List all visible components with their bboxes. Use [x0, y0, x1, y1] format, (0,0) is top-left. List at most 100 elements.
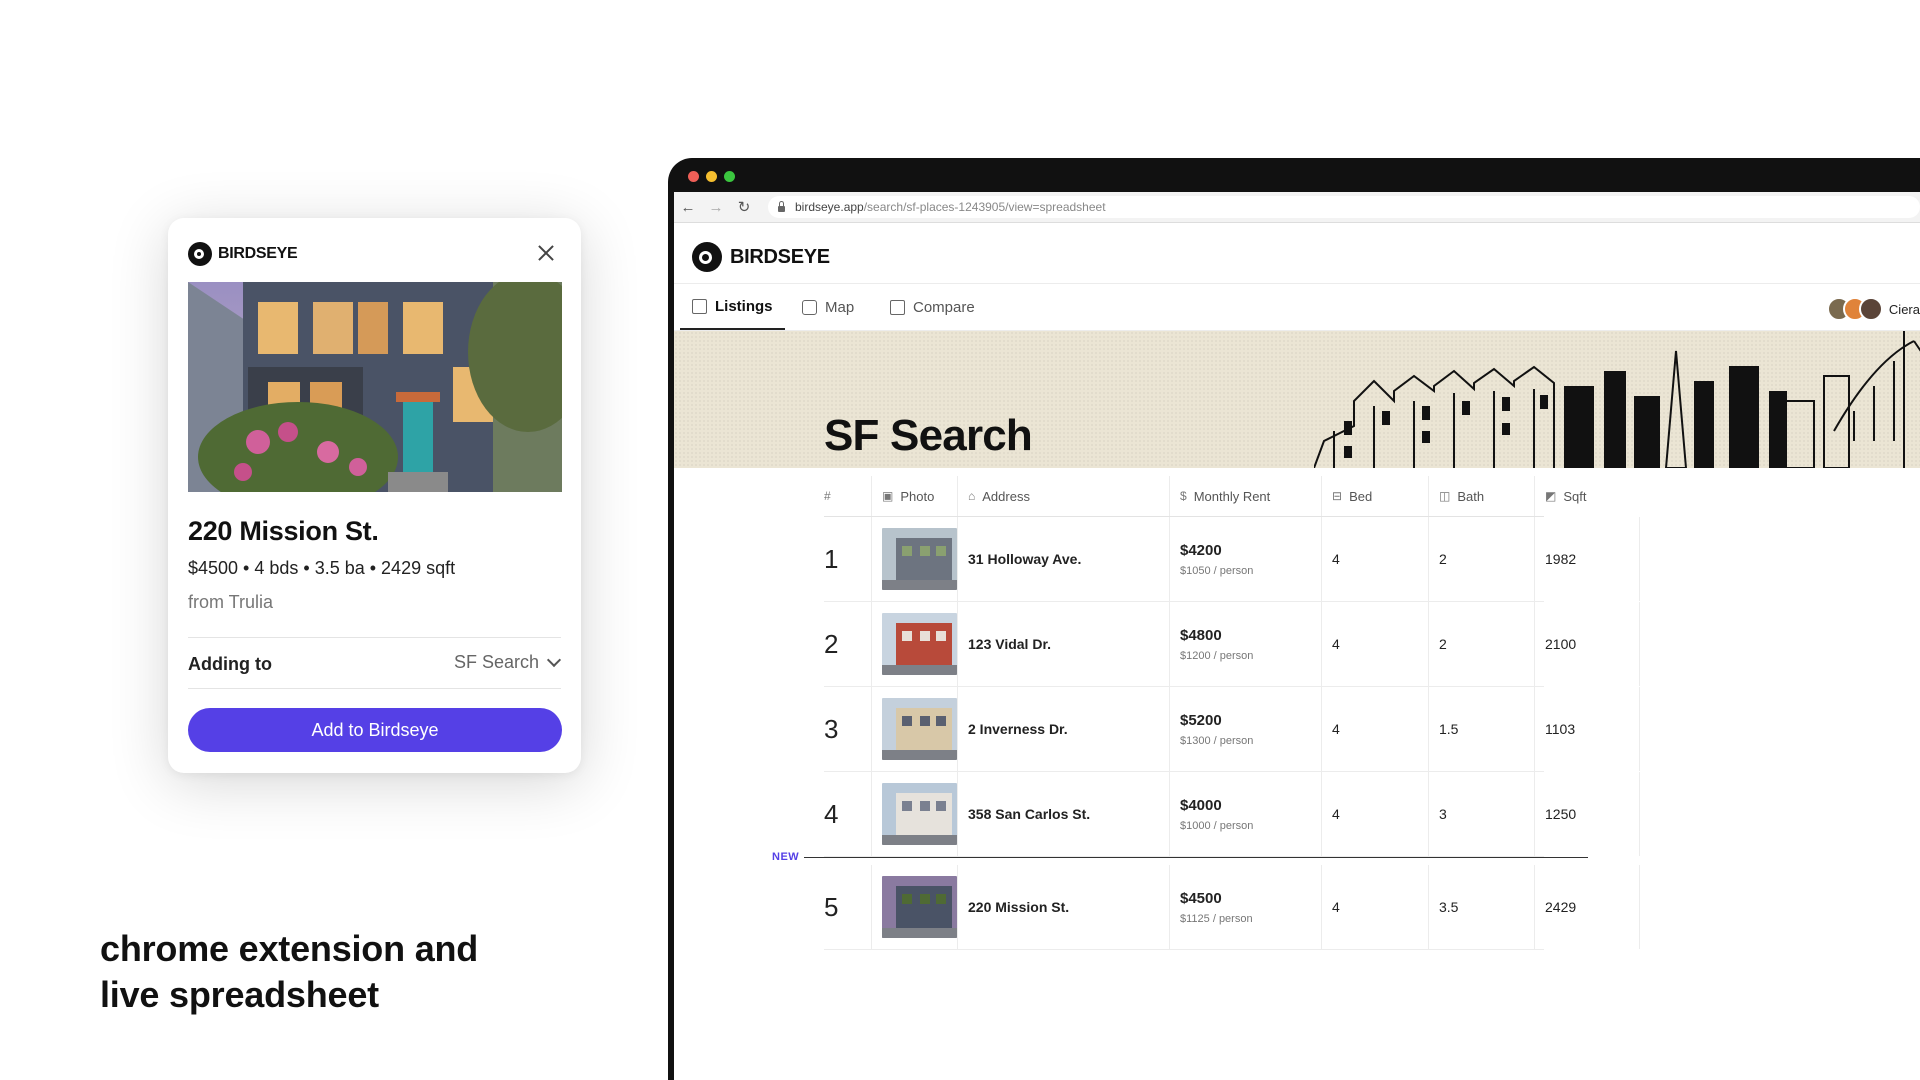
rent-total: $4000	[1180, 796, 1222, 814]
window-close-dot[interactable]	[688, 171, 699, 182]
rent-per-person: $1050 / person	[1180, 564, 1254, 577]
forward-arrow-icon[interactable]: →	[702, 199, 730, 216]
caption: chrome extension and live spreadsheet	[100, 926, 478, 1018]
new-row-marker: NEW	[772, 851, 1588, 865]
row-bed[interactable]: 4	[1322, 772, 1429, 856]
extension-popup: BIRDSEYE 220 Mission St. $4500 • 4 bds •…	[168, 218, 581, 773]
header-photo[interactable]: ▣ Photo	[872, 476, 958, 516]
hash-label: #	[824, 489, 831, 503]
row-bath[interactable]: 2	[1429, 602, 1535, 686]
tab-listings[interactable]: Listings	[680, 284, 785, 330]
view-tabs: Listings Map Compare Ciera	[674, 284, 1920, 331]
collaborators[interactable]: Ciera	[1826, 297, 1920, 321]
row-address[interactable]: 358 San Carlos St.	[958, 772, 1170, 856]
listing-source: from Trulia	[188, 592, 274, 612]
row-bath[interactable]: 3	[1429, 772, 1535, 856]
listing-title: 220 Mission St.	[188, 516, 379, 546]
row-rent[interactable]: $5200 $1300 / person	[1170, 687, 1322, 771]
tab-compare[interactable]: Compare	[890, 284, 975, 330]
row-bath[interactable]: 2	[1429, 517, 1535, 601]
header-sqft[interactable]: ◩ Sqft	[1535, 476, 1640, 516]
user-name: Ciera	[1888, 301, 1920, 317]
row-address[interactable]: 220 Mission St.	[958, 865, 1170, 949]
row-photo[interactable]	[872, 772, 958, 856]
row-sqft[interactable]: 2100	[1535, 602, 1640, 686]
listings-table: # ▣ Photo ⌂ Address $ Monthly Rent ⊟ Bed	[772, 476, 1640, 950]
header-bath[interactable]: ◫ Bath	[1429, 476, 1535, 516]
avatar	[1858, 297, 1883, 321]
row-number: 3	[824, 687, 872, 771]
header-bed[interactable]: ⊟ Bed	[1322, 476, 1429, 516]
url-bar: ← → ↻ birdseye.app/search/sf-places-1243…	[674, 192, 1920, 223]
app-brand[interactable]: BIRDSEYE	[692, 242, 830, 272]
row-address[interactable]: 123 Vidal Dr.	[958, 602, 1170, 686]
row-bed[interactable]: 4	[1322, 687, 1429, 771]
tab-map[interactable]: Map	[802, 284, 854, 330]
table-row[interactable]: 1 31 Holloway Ave. $4200 $1050 / person …	[824, 517, 1640, 602]
table-header: # ▣ Photo ⌂ Address $ Monthly Rent ⊟ Bed	[824, 476, 1586, 517]
chevron-down-icon	[546, 652, 562, 668]
row-photo[interactable]	[872, 517, 958, 601]
header-number[interactable]: #	[824, 476, 872, 516]
table-row[interactable]: 5 220 Mission St. $4500 $1125 / person 4…	[824, 865, 1640, 950]
row-sqft[interactable]: 1250	[1535, 772, 1640, 856]
header-label: Sqft	[1563, 488, 1587, 504]
row-number: 1	[824, 517, 872, 601]
caption-line-2: live spreadsheet	[100, 974, 379, 1015]
row-address[interactable]: 31 Holloway Ave.	[958, 517, 1170, 601]
close-icon[interactable]	[533, 240, 559, 266]
header-address[interactable]: ⌂ Address	[958, 476, 1170, 516]
row-sqft[interactable]: 2429	[1535, 865, 1640, 949]
row-rent[interactable]: $4000 $1000 / person	[1170, 772, 1322, 856]
address-field[interactable]: birdseye.app/search/sf-places-1243905/vi…	[768, 196, 1920, 218]
row-bed[interactable]: 4	[1322, 865, 1429, 949]
row-photo[interactable]	[872, 602, 958, 686]
add-to-birdseye-button[interactable]: Add to Birdseye	[188, 708, 562, 752]
url-path: /search/sf-places-1243905/view=spreadshe…	[863, 200, 1106, 214]
area-icon: ◩	[1545, 489, 1557, 503]
rent-per-person: $1000 / person	[1180, 819, 1254, 832]
row-photo[interactable]	[872, 865, 958, 949]
reload-icon[interactable]: ↻	[730, 198, 758, 216]
rent-total: $5200	[1180, 711, 1222, 729]
row-bed[interactable]: 4	[1322, 517, 1429, 601]
house-photo-image	[188, 282, 562, 492]
row-bath[interactable]: 3.5	[1429, 865, 1535, 949]
row-number: 4	[824, 772, 872, 856]
dollar-icon: $	[1180, 489, 1187, 503]
row-sqft[interactable]: 1103	[1535, 687, 1640, 771]
header-label: Address	[982, 488, 1030, 504]
row-bath[interactable]: 1.5	[1429, 687, 1535, 771]
row-bed[interactable]: 4	[1322, 602, 1429, 686]
app-header: BIRDSEYE	[674, 223, 1920, 284]
row-rent[interactable]: $4500 $1125 / person	[1170, 865, 1322, 949]
house-thumbnail	[882, 528, 957, 590]
row-sqft[interactable]: 1982	[1535, 517, 1640, 601]
app-brand-text: BIRDSEYE	[730, 245, 830, 268]
lock-icon	[778, 200, 785, 212]
listing-meta: $4500 • 4 bds • 3.5 ba • 2429 sqft	[188, 558, 456, 578]
search-select-dropdown[interactable]: SF Search	[454, 652, 562, 673]
birdseye-logo-icon	[188, 242, 212, 266]
row-rent[interactable]: $4200 $1050 / person	[1170, 517, 1322, 601]
row-number: 5	[824, 865, 872, 949]
row-photo[interactable]	[872, 687, 958, 771]
row-rent[interactable]: $4800 $1200 / person	[1170, 602, 1322, 686]
table-body: 1 31 Holloway Ave. $4200 $1050 / person …	[772, 517, 1640, 950]
tab-label: Map	[825, 298, 855, 316]
table-row[interactable]: 3 2 Inverness Dr. $5200 $1300 / person 4…	[824, 687, 1640, 772]
tab-label: Listings	[715, 297, 773, 315]
table-row[interactable]: 2 123 Vidal Dr. $4800 $1200 / person 4 2…	[824, 602, 1640, 687]
popup-brand-text: BIRDSEYE	[218, 245, 298, 262]
window-minimize-dot[interactable]	[706, 171, 717, 182]
compare-icon	[890, 299, 905, 315]
window-maximize-dot[interactable]	[724, 171, 735, 182]
header-label: Monthly Rent	[1193, 488, 1271, 504]
header-rent[interactable]: $ Monthly Rent	[1170, 476, 1322, 516]
house-thumbnail	[882, 876, 957, 938]
rent-total: $4500	[1180, 889, 1222, 907]
header-label: Bed	[1349, 488, 1373, 504]
table-row[interactable]: 4 358 San Carlos St. $4000 $1000 / perso…	[824, 772, 1640, 857]
back-arrow-icon[interactable]: ←	[674, 199, 702, 216]
row-address[interactable]: 2 Inverness Dr.	[958, 687, 1170, 771]
